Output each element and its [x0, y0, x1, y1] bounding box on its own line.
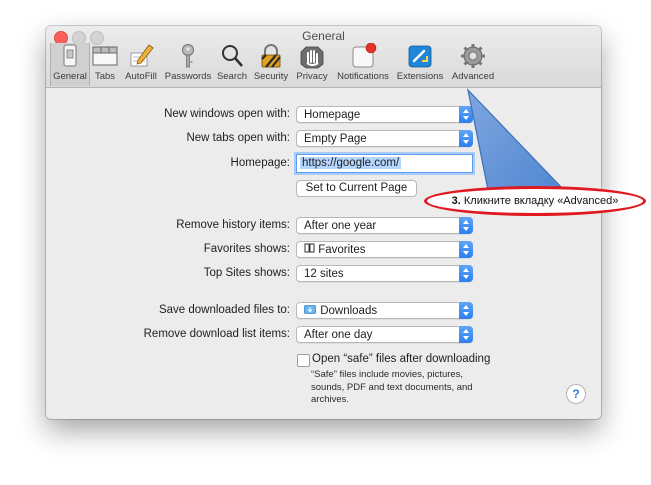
- arrow-pointer-shape: [467, 88, 565, 196]
- callout-step: 3.: [451, 195, 461, 207]
- instruction-callout: 3. Кликните вкладку «Advanced»: [424, 186, 646, 216]
- callout-arrow: [467, 88, 565, 196]
- callout-text: Кликните вкладку «Advanced»: [463, 195, 619, 207]
